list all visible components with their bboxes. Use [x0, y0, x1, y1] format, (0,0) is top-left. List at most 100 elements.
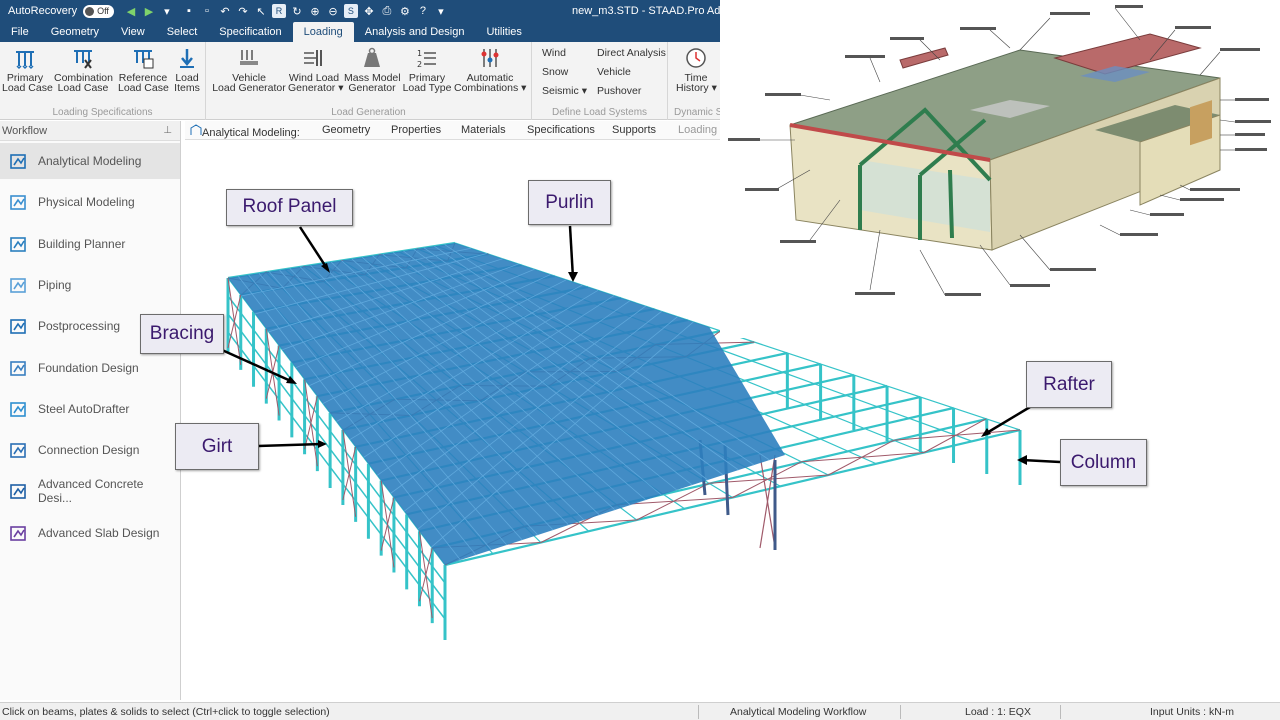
seismic-button[interactable]: Seismic ▾ — [542, 85, 587, 97]
status-load: Load : 1: EQX — [965, 706, 1031, 718]
roof-panels — [228, 243, 785, 565]
undo-icon[interactable]: ↶ — [218, 4, 232, 18]
vehicle-load-generator-button[interactable]: Vehicle Load Generator — [212, 46, 286, 93]
workflow-item-label: Steel AutoDrafter — [38, 401, 130, 416]
workflow-item-connection-design[interactable]: Connection Design — [0, 432, 180, 468]
tab-specifications[interactable]: Specifications — [527, 124, 595, 136]
foundation-design-icon — [9, 358, 29, 378]
forward-arrow-icon[interactable]: ▶ — [142, 4, 156, 18]
column-arrow — [1021, 458, 1061, 464]
primary-load-case-button[interactable]: Primary Load Case — [2, 46, 53, 93]
workflow-item-label: Analytical Modeling — [38, 154, 142, 168]
snapshot-icon[interactable]: ▫ — [200, 4, 214, 18]
analytical-modeling-icon — [9, 151, 29, 171]
workflow-item-analytical-modeling[interactable]: Analytical Modeling — [0, 143, 180, 179]
workflow-item-label: Foundation Design — [38, 360, 139, 375]
customize-dropdown-icon[interactable]: ▾ — [434, 4, 448, 18]
dropdown-arrow-icon[interactable]: ▾ — [160, 4, 174, 18]
connection-design-icon — [9, 440, 29, 460]
define-load-systems-label: Define Load Systems — [551, 107, 648, 118]
loading-specifications-label: Loading Specifications — [52, 107, 153, 118]
print-icon[interactable]: ⎙ — [380, 4, 394, 18]
workflow-pane: Workflow ⊥ Analytical Modeling Physical M… — [0, 121, 181, 700]
direct-analysis-button[interactable]: Direct Analysis — [597, 47, 666, 59]
pan-icon[interactable]: ✥ — [362, 4, 376, 18]
roof-panel-callout: Roof Panel — [226, 189, 353, 226]
script-icon[interactable]: S — [343, 4, 358, 18]
snow-button[interactable]: Snow — [542, 66, 568, 78]
workflow-item-foundation-design[interactable]: Foundation Design — [0, 350, 180, 386]
girt-arrowhead — [318, 440, 327, 448]
status-separator — [1060, 705, 1061, 719]
wind-load-generator-button[interactable]: Wind Load Generator ▾ — [288, 46, 343, 94]
girt-arrow — [257, 442, 323, 448]
workflow-item-label: Piping — [38, 277, 72, 292]
help-icon[interactable]: ? — [416, 4, 430, 18]
window-title: new_m3.STD - STAAD.Pro Advanc — [572, 5, 744, 17]
status-separator — [900, 705, 901, 719]
pin-icon[interactable]: ⊥ — [163, 121, 172, 141]
tab-select[interactable]: Select — [156, 22, 209, 42]
tab-loading[interactable]: Loading — [292, 22, 354, 42]
back-arrow-icon[interactable]: ◀ — [124, 4, 138, 18]
tab-materials[interactable]: Materials — [461, 124, 506, 136]
autorecovery-toggle-state: Off — [97, 6, 109, 16]
tab-geometry[interactable]: Geometry — [40, 22, 110, 42]
pushover-button[interactable]: Pushover — [597, 85, 641, 97]
combination-load-case-button[interactable]: Combination Load Case — [54, 46, 113, 93]
primary-load-type-icon: 12 — [417, 49, 436, 69]
time-history-button[interactable]: Time History ▾ — [676, 46, 717, 94]
automatic-combinations-dropdown-icon[interactable]: ▾ — [521, 82, 526, 94]
select-cursor-icon[interactable]: ↖ — [254, 4, 268, 18]
vehicle-button[interactable]: Vehicle — [597, 66, 631, 78]
primary-load-type-label-2: Load Type — [402, 82, 452, 94]
load-items-button[interactable]: Load Items — [172, 46, 202, 93]
status-separator — [698, 705, 699, 719]
combination-load-case-icon — [74, 50, 92, 69]
tab-analysis-and-design[interactable]: Analysis and Design — [354, 22, 476, 42]
tab-supports[interactable]: Supports — [612, 124, 656, 136]
wind-button[interactable]: Wind — [542, 47, 566, 59]
tab-file[interactable]: File — [0, 22, 40, 42]
report-icon[interactable]: R — [271, 4, 286, 18]
tab-utilities[interactable]: Utilities — [475, 22, 532, 42]
seismic-dropdown-icon[interactable]: ▾ — [582, 85, 587, 97]
redo-icon[interactable]: ↷ — [236, 4, 250, 18]
mass-model-generator-button[interactable]: Mass Model Generator — [344, 46, 401, 93]
status-workflow: Analytical Modeling Workflow — [730, 706, 867, 718]
bracing — [923, 418, 987, 453]
piping-icon — [9, 275, 29, 295]
tab-specification[interactable]: Specification — [208, 22, 292, 42]
workflow-item-label: Connection Design — [38, 443, 140, 458]
roof-panel-arrow — [298, 226, 330, 271]
tab-properties[interactable]: Properties — [391, 124, 441, 136]
workflow-item-physical-modeling[interactable]: Physical Modeling — [0, 184, 180, 220]
reference-load-case-button[interactable]: Reference Load Case — [118, 46, 169, 93]
load-generation-group: Vehicle Load Generator Wind Load Generat… — [206, 42, 532, 120]
svg-text:1: 1 — [417, 49, 422, 58]
view-tabs-prefix: Analytical Modeling: — [190, 124, 300, 139]
vehicle-load-generator-label-2: Load Generator — [212, 82, 286, 94]
time-history-label-2: History — [676, 82, 709, 94]
zoom-in-icon[interactable]: ⊕ — [308, 4, 322, 18]
workflow-item-building-planner[interactable]: Building Planner — [0, 226, 180, 262]
settings-icon[interactable]: ⚙ — [398, 4, 412, 18]
save-icon[interactable]: ▪ — [182, 4, 196, 18]
vehicle-load-generator-icon — [240, 50, 258, 65]
automatic-combinations-button[interactable]: Automatic Combinations ▾ — [454, 46, 526, 93]
workflow-item-advanced-concrete[interactable]: Advanced Concrete Desi... — [0, 473, 180, 509]
workflow-item-steel-autodrafter[interactable]: Steel AutoDrafter — [0, 391, 180, 427]
primary-load-type-button[interactable]: 12 Primary Load Type — [402, 46, 452, 93]
tab-view[interactable]: View — [110, 22, 156, 42]
workflow-item-piping[interactable]: Piping — [0, 267, 180, 303]
tab-loading-view[interactable]: Loading — [678, 124, 717, 136]
workflow-item-advanced-slab[interactable]: Advanced Slab Design — [0, 515, 180, 551]
zoom-out-icon[interactable]: ⊖ — [326, 4, 340, 18]
postprocessing-icon — [9, 316, 29, 336]
autorecovery-toggle[interactable]: Off — [83, 4, 114, 18]
rafter-callout: Rafter — [1026, 361, 1112, 408]
refresh-icon[interactable]: ↻ — [290, 4, 304, 18]
tab-geometry-view[interactable]: Geometry — [322, 124, 370, 136]
wind-load-dropdown-icon[interactable]: ▾ — [338, 82, 343, 94]
time-history-dropdown-icon[interactable]: ▾ — [712, 82, 717, 94]
